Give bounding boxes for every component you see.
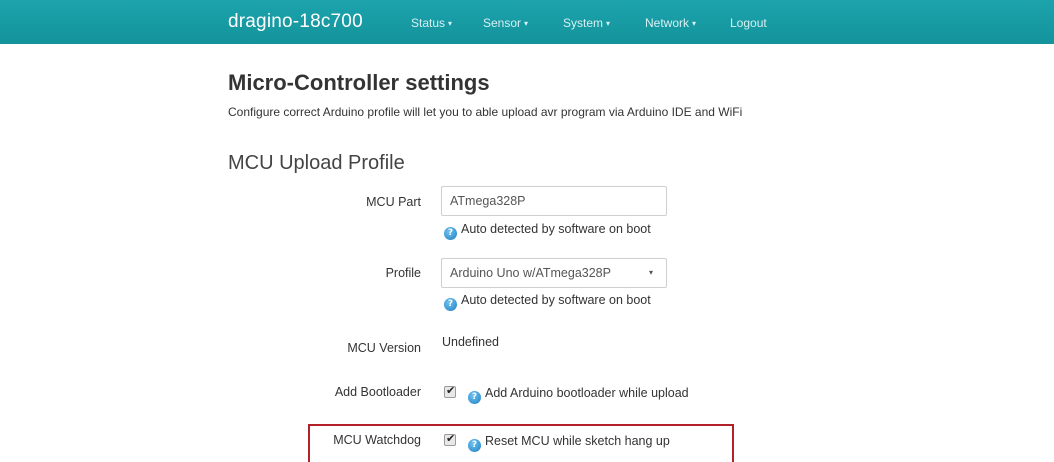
nav-menu-status[interactable]: Status ▾	[411, 16, 452, 30]
help-icon: ?	[444, 227, 457, 240]
nav-menu-network[interactable]: Network ▾	[645, 16, 696, 30]
top-navbar: dragino-18c700 Status ▾ Sensor ▾ System ▾ N…	[0, 0, 1054, 44]
page-description: Configure correct Arduino profile will l…	[228, 105, 743, 119]
add-bootloader-label: Add Bootloader	[334, 385, 421, 399]
mcu-watchdog-label: MCU Watchdog	[333, 433, 421, 447]
nav-menu-status-label: Status	[411, 16, 446, 30]
mcu-version-label: MCU Version	[347, 341, 421, 355]
mcu-part-label: MCU Part	[366, 195, 421, 209]
nav-menu-sensor[interactable]: Sensor ▾	[483, 16, 528, 30]
profile-hint: ? Auto detected by software on boot	[444, 293, 651, 311]
checkmark-icon: ✔	[446, 384, 456, 397]
section-title: MCU Upload Profile	[228, 152, 405, 174]
mcu-watchdog-hint-text: Reset MCU while sketch hang up	[485, 434, 670, 448]
nav-menu-system-label: System	[563, 16, 604, 30]
nav-menu-network-label: Network	[645, 16, 690, 30]
mcu-part-hint: ? Auto detected by software on boot	[444, 222, 651, 240]
mcu-version-value: Undefined	[442, 335, 499, 349]
help-icon: ?	[468, 391, 481, 404]
nav-logout-link[interactable]: Logout	[730, 16, 767, 30]
caret-down-icon: ▾	[524, 19, 529, 28]
caret-down-icon: ▾	[448, 19, 453, 28]
add-bootloader-hint-text: Add Arduino bootloader while upload	[485, 386, 689, 400]
profile-hint-text: Auto detected by software on boot	[461, 293, 651, 307]
profile-select[interactable]: Arduino Uno w/ATmega328P ▾	[441, 258, 667, 288]
profile-label: Profile	[385, 266, 421, 280]
nav-menu-system[interactable]: System ▾	[563, 16, 610, 30]
page-title: Micro-Controller settings	[228, 70, 490, 95]
chevron-down-icon: ▾	[648, 268, 653, 277]
add-bootloader-checkbox[interactable]: ✔	[444, 384, 456, 398]
caret-down-icon: ▾	[606, 19, 611, 28]
brand-title[interactable]: dragino-18c700	[228, 11, 363, 33]
add-bootloader-hint: ? Add Arduino bootloader while upload	[468, 386, 689, 404]
mcu-part-hint-text: Auto detected by software on boot	[461, 222, 651, 236]
profile-selected-value: Arduino Uno w/ATmega328P	[450, 266, 611, 280]
help-icon: ?	[444, 298, 457, 311]
nav-menu-sensor-label: Sensor	[483, 16, 522, 30]
mcu-watchdog-checkbox[interactable]: ✔	[444, 432, 456, 446]
checkmark-icon: ✔	[446, 432, 456, 445]
mcu-watchdog-hint: ? Reset MCU while sketch hang up	[468, 434, 670, 452]
mcu-part-input[interactable]	[441, 186, 667, 216]
help-icon: ?	[468, 439, 481, 452]
caret-down-icon: ▾	[692, 19, 697, 28]
